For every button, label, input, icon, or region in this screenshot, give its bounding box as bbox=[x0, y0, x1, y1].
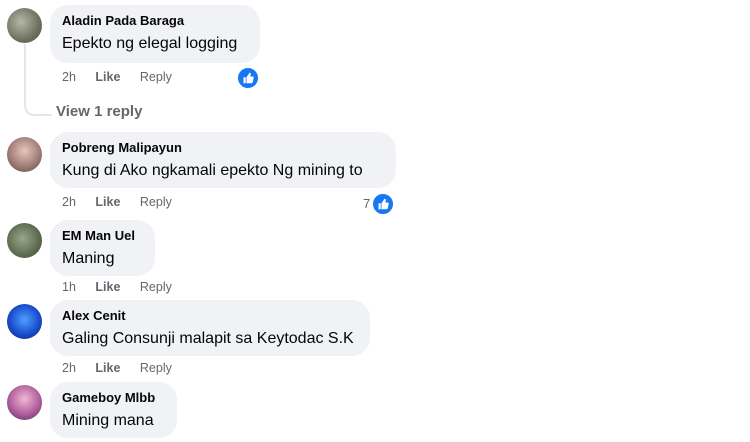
comment-text: Kung di Ako ngkamali epekto Ng mining to bbox=[62, 162, 363, 179]
comment-time[interactable]: 2h bbox=[62, 195, 76, 209]
reply-button[interactable]: Reply bbox=[140, 195, 172, 209]
comment-author[interactable]: Alex Cenit bbox=[62, 308, 357, 324]
comment-text: Mining mana bbox=[62, 412, 154, 429]
comment-actions: 2h Like Reply bbox=[62, 70, 188, 84]
comment-bubble: Alex Cenit Galing Consunji malapit sa Ke… bbox=[50, 300, 370, 356]
reply-button[interactable]: Reply bbox=[140, 70, 172, 84]
comment-author[interactable]: EM Man Uel bbox=[62, 228, 142, 244]
reaction-count[interactable]: 7 bbox=[363, 196, 370, 211]
like-thumb-icon[interactable] bbox=[236, 66, 260, 90]
comment-author[interactable]: Pobreng Malipayun bbox=[62, 140, 383, 156]
like-button[interactable]: Like bbox=[95, 361, 120, 375]
comment-text: Maning bbox=[62, 250, 115, 267]
like-button[interactable]: Like bbox=[95, 280, 120, 294]
comment-time[interactable]: 1h bbox=[62, 280, 76, 294]
like-thumb-icon[interactable] bbox=[371, 192, 395, 216]
comment-time[interactable]: 2h bbox=[62, 361, 76, 375]
reply-thread-line bbox=[24, 44, 52, 116]
comment-bubble: Aladin Pada Baraga Epekto ng elegal logg… bbox=[50, 5, 260, 63]
comment-author[interactable]: Gameboy Mlbb bbox=[62, 390, 164, 406]
comment-actions: 2h Like Reply bbox=[62, 195, 188, 209]
like-button[interactable]: Like bbox=[95, 195, 120, 209]
avatar[interactable] bbox=[7, 304, 42, 339]
comment-bubble: Pobreng Malipayun Kung di Ako ngkamali e… bbox=[50, 132, 396, 188]
comment-text: Epekto ng elegal logging bbox=[62, 35, 238, 52]
comment-bubble: Gameboy Mlbb Mining mana bbox=[50, 382, 177, 438]
avatar[interactable] bbox=[7, 137, 42, 172]
avatar[interactable] bbox=[7, 223, 42, 258]
comment-text: Galing Consunji malapit sa Keytodac S.K bbox=[62, 330, 354, 347]
comment-author[interactable]: Aladin Pada Baraga bbox=[62, 13, 247, 29]
reply-button[interactable]: Reply bbox=[140, 280, 172, 294]
view-replies-link[interactable]: View 1 reply bbox=[56, 103, 142, 120]
comment-actions: 1h Like Reply bbox=[62, 280, 188, 294]
like-button[interactable]: Like bbox=[95, 70, 120, 84]
comment-time[interactable]: 2h bbox=[62, 70, 76, 84]
avatar[interactable] bbox=[7, 385, 42, 420]
reply-button[interactable]: Reply bbox=[140, 361, 172, 375]
comment-actions: 2h Like Reply bbox=[62, 361, 188, 375]
comment-bubble: EM Man Uel Maning bbox=[50, 220, 155, 276]
avatar[interactable] bbox=[7, 8, 42, 43]
